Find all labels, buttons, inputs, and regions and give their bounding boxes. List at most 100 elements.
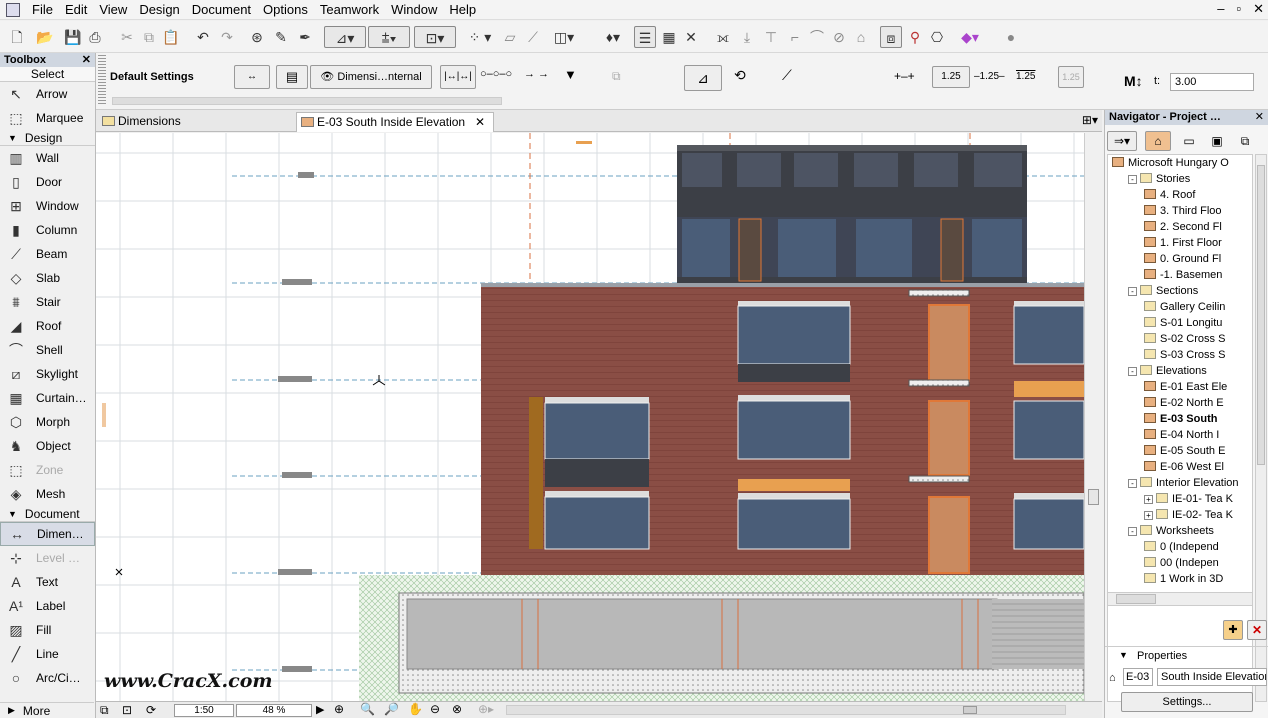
save-icon[interactable]: 💾 — [64, 26, 82, 48]
display-icon[interactable]: ☰ — [634, 26, 656, 48]
tree-item[interactable]: - Stories — [1108, 171, 1252, 187]
menu-design[interactable]: Design — [133, 0, 185, 20]
house-icon[interactable]: ⌂ — [852, 26, 870, 48]
tree-item[interactable]: - Worksheets — [1108, 523, 1252, 539]
tool-window[interactable]: ⊞ Window — [0, 194, 95, 218]
navigator-hscroll-thumb[interactable] — [1116, 594, 1156, 604]
tree-item[interactable]: + IE-02- Tea K — [1108, 507, 1252, 523]
tool-skylight[interactable]: ⧄ Skylight — [0, 362, 95, 386]
elevation-drawing[interactable] — [96, 133, 1084, 701]
new-viewpoint-icon[interactable]: ✚ — [1223, 620, 1243, 640]
detail-icon[interactable]: ⧉ — [612, 69, 621, 84]
infobox-scrollbar[interactable] — [112, 97, 502, 105]
scale-field[interactable]: 1:50 — [174, 704, 234, 717]
tree-item[interactable]: E-05 South E — [1108, 443, 1252, 459]
tree-item[interactable]: 2. Second Fl — [1108, 219, 1252, 235]
menu-edit[interactable]: Edit — [59, 0, 93, 20]
plan-view-icon[interactable]: ⧈ — [880, 26, 902, 48]
eraser-icon[interactable]: ▱ — [500, 26, 520, 48]
tool-mesh[interactable]: ◈ Mesh — [0, 482, 95, 506]
linear-dimension-icon[interactable]: |↔|↔| — [440, 65, 476, 89]
project-map-icon[interactable]: ⌂ — [1145, 131, 1171, 151]
expand-icon[interactable]: + — [1144, 495, 1153, 504]
tree-item[interactable]: Microsoft Hungary O — [1108, 155, 1252, 171]
collapse-icon[interactable]: - — [1128, 367, 1137, 376]
menu-teamwork[interactable]: Teamwork — [314, 0, 385, 20]
tool-arrow[interactable]: ↖ Arrow — [0, 82, 95, 106]
collapse-icon[interactable]: - — [1128, 175, 1137, 184]
level-markers[interactable] — [278, 172, 314, 672]
open-file-icon[interactable]: 📂 — [32, 26, 58, 48]
tool-arc-ci[interactable]: ○ Arc/Ci… — [0, 666, 95, 690]
settings-button[interactable]: Settings... — [1121, 692, 1253, 712]
layers-icon[interactable]: ◫▾ — [550, 26, 578, 48]
close-icon[interactable]: ✕ — [82, 53, 91, 67]
tab-close-icon[interactable]: ✕ — [475, 113, 485, 132]
fit-window-icon[interactable]: ⊖ — [430, 702, 440, 716]
refresh-icon[interactable]: ⟳ — [146, 703, 156, 717]
zoom-in-icon[interactable]: 🔍 — [360, 702, 375, 716]
layer-icon[interactable]: ▤ — [276, 65, 308, 89]
layout-book-icon[interactable]: ▣ — [1207, 134, 1227, 148]
navigator-hscrollbar[interactable] — [1107, 592, 1253, 606]
tree-item[interactable]: E-01 East Ele — [1108, 379, 1252, 395]
tool-beam[interactable]: ⟋ Beam — [0, 242, 95, 266]
vertical-scrollbar[interactable] — [1084, 133, 1102, 701]
tree-item[interactable]: 1. First Floor — [1108, 235, 1252, 251]
menu-window[interactable]: Window — [385, 0, 443, 20]
arrow-dimension-icon[interactable]: → → — [524, 68, 552, 80]
tool-line[interactable]: ╱ Line — [0, 642, 95, 666]
tool-text[interactable]: A Text — [0, 570, 95, 594]
brick-facade[interactable] — [481, 283, 1084, 575]
angle-icon[interactable]: ⊿ — [684, 65, 722, 91]
tool-fill[interactable]: ▨ Fill — [0, 618, 95, 642]
marker-icon[interactable]: ▼ — [564, 67, 590, 82]
restore-button[interactable]: ▫ — [1236, 0, 1241, 18]
grip-handle[interactable] — [98, 55, 106, 105]
pick-up-icon[interactable]: ✎ — [272, 26, 290, 48]
tool-level[interactable]: ⊹ Level … — [0, 546, 95, 570]
scrollbar-thumb[interactable] — [1088, 489, 1099, 505]
zoom-area-icon[interactable]: ⊕ — [334, 702, 344, 716]
tree-item[interactable]: - Interior Elevation — [1108, 475, 1252, 491]
dimension-line-icon[interactable]: +–+ — [894, 69, 915, 83]
close-button[interactable]: ✕ — [1253, 0, 1264, 18]
zoom-fit-icon[interactable]: ⊡ — [122, 703, 132, 717]
menu-document[interactable]: Document — [186, 0, 257, 20]
properties-name-field[interactable]: South Inside Elevatior — [1157, 668, 1267, 686]
tool-door[interactable]: ▯ Door — [0, 170, 95, 194]
fillet-icon[interactable]: ⌐ — [786, 26, 804, 48]
view-map-icon[interactable]: ▭ — [1179, 134, 1199, 148]
undo-icon[interactable]: ↶ — [194, 26, 212, 48]
collapse-icon[interactable]: - — [1128, 479, 1137, 488]
zoom-out-icon[interactable]: 🔎 — [384, 702, 399, 716]
tool-stair[interactable]: ⩩ Stair — [0, 290, 95, 314]
point-dimension-icon[interactable]: ○–○–○ — [480, 68, 516, 80]
guide-lines-button[interactable]: ⩲▾ — [368, 26, 410, 48]
section-marker-icon[interactable]: ⚲ — [906, 26, 924, 48]
offset-icon[interactable]: ⊘ — [830, 26, 848, 48]
find-select-icon[interactable]: ⊛ — [248, 26, 266, 48]
menu-options[interactable]: Options — [257, 0, 314, 20]
tool-roof[interactable]: ◢ Roof — [0, 314, 95, 338]
inject-icon[interactable]: ✒ — [296, 26, 314, 48]
tree-item[interactable]: 3. Third Floo — [1108, 203, 1252, 219]
print-icon[interactable]: ⎙ — [86, 26, 104, 48]
tree-item[interactable]: + IE-01- Tea K — [1108, 491, 1252, 507]
tree-item[interactable]: E-04 North I — [1108, 427, 1252, 443]
tab-e03-south-inside-elevation[interactable]: E-03 South Inside Elevation ✕ — [296, 112, 494, 132]
tool-dimen[interactable]: ↔ Dimen… — [0, 522, 95, 546]
dimension-settings-icon[interactable]: ↔ — [234, 65, 270, 89]
navigator-mode-icon[interactable]: ⇒▾ — [1107, 131, 1137, 151]
close-x-icon[interactable]: ✕ — [684, 26, 698, 48]
tree-item[interactable]: S-03 Cross S — [1108, 347, 1252, 363]
trace-button[interactable]: ⊿▾ — [324, 26, 366, 48]
tab-menu-icon[interactable]: ⊞▾ — [1082, 113, 1098, 127]
tool-morph[interactable]: ⬡ Morph — [0, 410, 95, 434]
properties-triangle-icon[interactable]: ▼ — [1119, 650, 1128, 660]
tree-item[interactable]: 00 (Indepen — [1108, 555, 1252, 571]
tool-object[interactable]: ♞ Object — [0, 434, 95, 458]
hscroll-thumb[interactable] — [963, 706, 977, 714]
drawing-canvas[interactable] — [96, 133, 1084, 701]
tool-shell[interactable]: ⌒ Shell — [0, 338, 95, 362]
